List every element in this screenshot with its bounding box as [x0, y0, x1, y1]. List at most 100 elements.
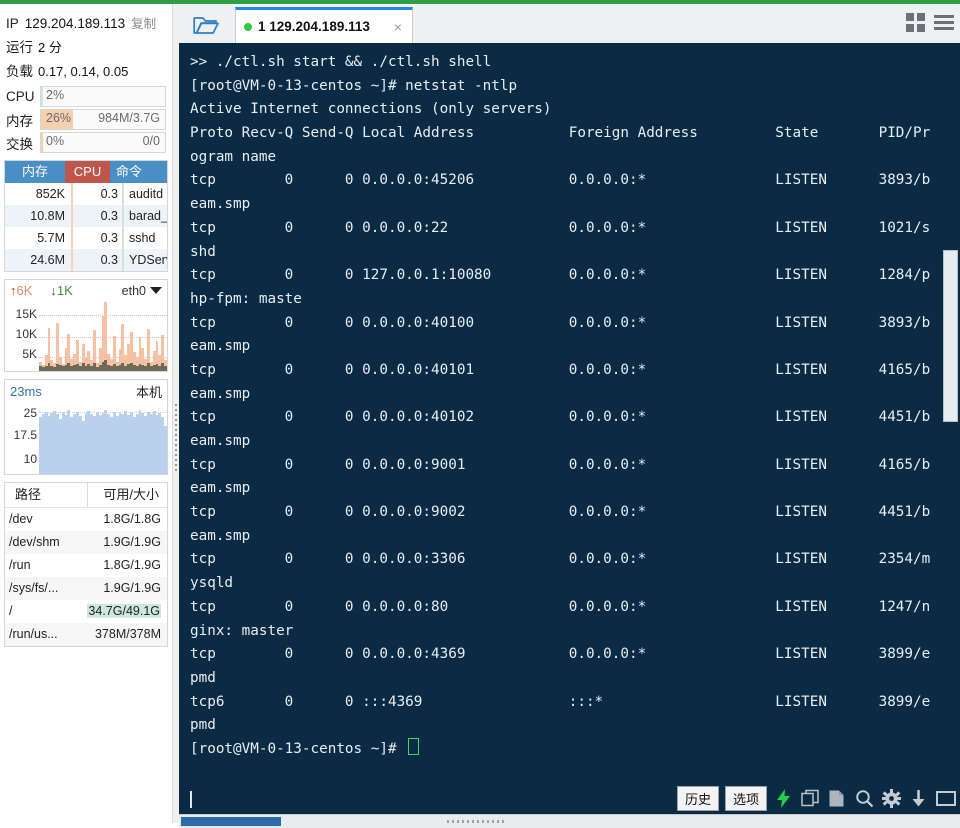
- meter-percent: 2%: [46, 88, 64, 102]
- table-row[interactable]: /run1.8G/1.9G: [5, 554, 167, 577]
- cell-cpu: 0.3: [73, 227, 124, 249]
- terminal-line: ogram name: [190, 146, 960, 170]
- terminal-line: eam.smp: [190, 525, 960, 549]
- axis-tick: 25: [24, 406, 37, 420]
- meter-detail: 0/0: [143, 134, 160, 148]
- open-folder-icon: [193, 15, 219, 36]
- col-header-command[interactable]: 命令: [110, 161, 167, 183]
- table-row[interactable]: /dev1.8G/1.8G: [5, 508, 167, 531]
- cell-avail-size: 1.8G/1.9G: [85, 554, 167, 577]
- grid-layout-icon[interactable]: [906, 13, 925, 32]
- table-row[interactable]: 10.8M0.3barad_ag: [5, 205, 167, 227]
- terminal-tab[interactable]: 1 129.204.189.113 ×: [235, 7, 413, 43]
- ping-graph-body: [39, 402, 167, 474]
- cell-command: barad_ag: [124, 205, 167, 227]
- ping-panel-header: 23ms 本机: [5, 380, 167, 402]
- meter-label: 交换: [6, 133, 40, 153]
- cell-path: /sys/fs/...: [5, 577, 85, 600]
- tab-bar: 1 129.204.189.113 ×: [179, 4, 960, 44]
- table-row[interactable]: /sys/fs/...1.9G/1.9G: [5, 577, 167, 600]
- network-graph-body: [39, 301, 167, 371]
- cell-cpu: 0.3: [73, 205, 124, 227]
- terminal-line: Proto Recv-Q Send-Q Local Address Foreig…: [190, 122, 960, 146]
- table-row[interactable]: 852K0.3auditd: [5, 183, 167, 205]
- cell-avail-size: 1.9G/1.9G: [85, 577, 167, 600]
- cell-path: /run/us...: [5, 623, 85, 646]
- process-table-header: 内存 CPU 命令: [5, 161, 167, 183]
- terminal-line: tcp 0 0 0.0.0.0:80 0.0.0.0:* LISTEN 1247…: [190, 596, 960, 620]
- tab-label: 1 129.204.189.113: [258, 19, 370, 34]
- ping-latency: 23ms: [10, 384, 42, 399]
- cell-memory: 10.8M: [5, 205, 73, 227]
- cell-command: YDService: [124, 249, 167, 271]
- terminal-line: eam.smp: [190, 193, 960, 217]
- history-button[interactable]: 历史: [677, 786, 719, 811]
- meter-fill: [41, 87, 43, 106]
- terminal-line: hp-fpm: maste: [190, 288, 960, 312]
- meter-percent: 0%: [46, 134, 64, 148]
- table-row[interactable]: 24.6M0.3YDService: [5, 249, 167, 271]
- ping-y-axis: 2517.510: [5, 402, 39, 474]
- cell-avail-size: 1.8G/1.8G: [85, 508, 167, 531]
- horizontal-scrollbar-thumb[interactable]: [181, 817, 281, 826]
- cell-cpu: 0.3: [73, 183, 124, 205]
- hamburger-menu-icon[interactable]: [934, 15, 954, 30]
- cell-memory: 5.7M: [5, 227, 73, 249]
- disk-table: 路径 可用/大小 /dev1.8G/1.8G/dev/shm1.9G/1.9G/…: [4, 482, 168, 647]
- download-arrow-icon[interactable]: [908, 788, 929, 809]
- terminal-line: eam.smp: [190, 383, 960, 407]
- axis-tick: 15K: [16, 307, 37, 321]
- terminal-line: eam.smp: [190, 430, 960, 454]
- terminal-line: tcp 0 0 0.0.0.0:40101 0.0.0.0:* LISTEN 4…: [190, 359, 960, 383]
- meter-row-交换: 交换 0% 0/0: [0, 131, 172, 154]
- paste-icon[interactable]: [827, 788, 848, 809]
- meter-bar: 0% 0/0: [40, 132, 166, 153]
- load-value: 0.17, 0.14, 0.05: [38, 64, 128, 79]
- table-row[interactable]: /dev/shm1.9G/1.9G: [5, 531, 167, 554]
- download-rate: 1K: [57, 283, 73, 298]
- terminal-line: tcp 0 0 0.0.0.0:40102 0.0.0.0:* LISTEN 4…: [190, 406, 960, 430]
- gear-icon[interactable]: [881, 788, 902, 809]
- terminal-line: tcp 0 0 127.0.0.1:10080 0.0.0.0:* LISTEN…: [190, 264, 960, 288]
- server-monitor-sidebar: IP 129.204.189.113 复制 运行 2 分 负载 0.17, 0.…: [0, 4, 172, 823]
- window-icon[interactable]: [935, 788, 956, 809]
- block-cursor-icon: [408, 738, 419, 755]
- network-interface-select[interactable]: eth0: [122, 284, 162, 298]
- network-y-axis: 15K10K5K: [5, 301, 39, 371]
- meter-row-内存: 内存26%984M/3.7G: [0, 108, 172, 131]
- options-button[interactable]: 选项: [725, 786, 767, 811]
- copy-icon[interactable]: [800, 788, 821, 809]
- meter-row-CPU: CPU 2%: [0, 85, 172, 108]
- axis-tick: 10K: [16, 327, 37, 341]
- close-tab-icon[interactable]: ×: [392, 19, 404, 35]
- cell-cpu: 0.3: [73, 249, 124, 271]
- copy-ip-button[interactable]: 复制: [131, 13, 156, 32]
- meter-bar: 2%: [40, 86, 166, 107]
- ping-panel: 23ms 本机 2517.510: [4, 379, 168, 475]
- cell-avail-size: 378M/378M: [85, 623, 167, 646]
- lightning-bolt-icon[interactable]: [773, 788, 794, 809]
- cell-avail-size: 34.7G/49.1G: [85, 600, 167, 623]
- col-header-cpu[interactable]: CPU: [65, 161, 110, 183]
- terminal-prompt-line: [root@VM-0-13-centos ~]#: [190, 738, 960, 762]
- ping-bar: [164, 426, 167, 474]
- horizontal-scrollbar[interactable]: [179, 814, 960, 828]
- col-header-memory[interactable]: 内存: [5, 161, 65, 183]
- resource-meters: CPU2%内存26%984M/3.7G交换0%0/0: [0, 85, 172, 154]
- terminal-line: tcp 0 0 0.0.0.0:4369 0.0.0.0:* LISTEN 38…: [190, 643, 960, 667]
- meter-detail: 984M/3.7G: [98, 111, 160, 125]
- col-header-avail-size: 可用/大小: [88, 483, 167, 507]
- table-row[interactable]: 5.7M0.3sshd: [5, 227, 167, 249]
- ip-row: IP 129.204.189.113 复制: [0, 4, 172, 34]
- meter-label: CPU: [6, 89, 40, 104]
- table-row[interactable]: /34.7G/49.1G: [5, 600, 167, 623]
- terminal-output[interactable]: >> ./ctl.sh start && ./ctl.sh shell[root…: [179, 43, 960, 784]
- terminal-line: pmd: [190, 714, 960, 738]
- open-folder-button[interactable]: [184, 10, 228, 40]
- terminal-line: shd: [190, 241, 960, 265]
- meter-percent: 26%: [46, 111, 71, 125]
- table-row[interactable]: /run/us...378M/378M: [5, 623, 167, 646]
- search-icon[interactable]: [854, 788, 875, 809]
- cell-path: /: [5, 600, 85, 623]
- terminal-vertical-scrollbar-thumb[interactable]: [943, 250, 958, 422]
